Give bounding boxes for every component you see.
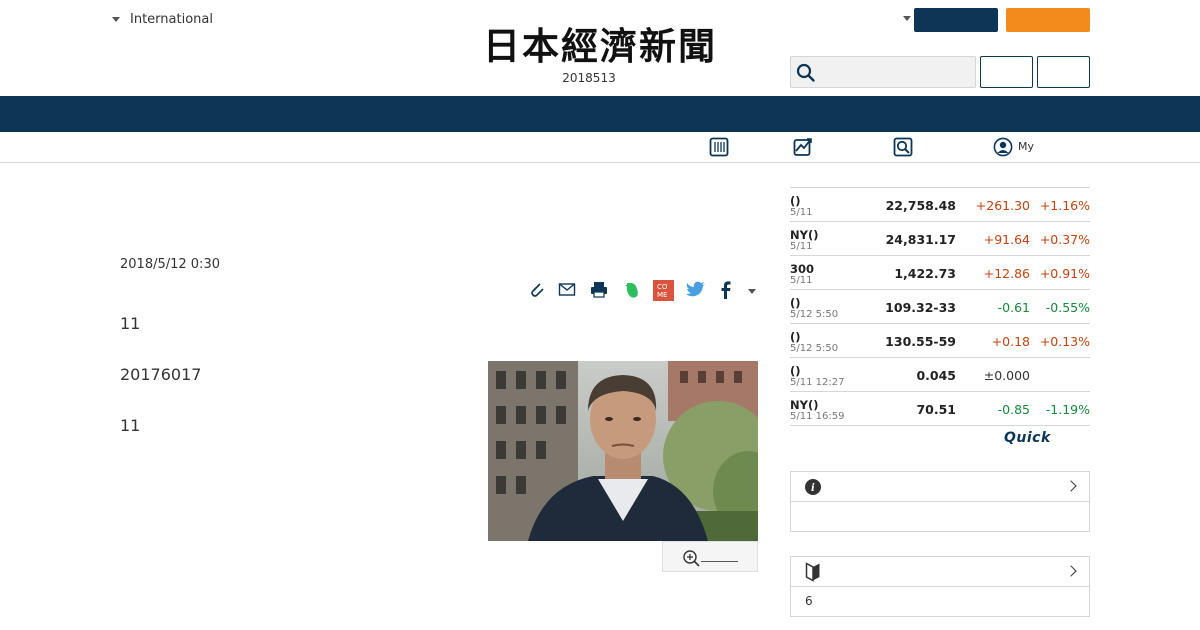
info-box-body xyxy=(791,502,1089,531)
market-value: 0.045 xyxy=(916,368,956,383)
market-change: +261.30 xyxy=(975,198,1030,213)
come-icon[interactable]: CO ME xyxy=(653,280,674,301)
market-percent: +1.16% xyxy=(1039,198,1090,213)
market-name: NY() xyxy=(790,228,819,242)
market-percent: +0.13% xyxy=(1039,334,1090,349)
article-datetime: 2018/5/12 0:30 xyxy=(120,257,220,272)
beginner-box: 6 xyxy=(790,556,1090,617)
svg-text:i: i xyxy=(811,483,815,494)
article-paragraph: 20176017 xyxy=(120,365,202,384)
market-percent: -0.55% xyxy=(1045,300,1090,315)
market-value: 24,831.17 xyxy=(885,232,956,247)
facebook-icon[interactable] xyxy=(717,279,735,301)
search-icon[interactable] xyxy=(893,137,913,157)
article-paragraph: 11 xyxy=(120,314,141,333)
market-change: +0.18 xyxy=(991,334,1030,349)
market-change: -0.85 xyxy=(997,402,1030,417)
market-name: () xyxy=(790,296,801,310)
article-photo-image xyxy=(488,361,758,541)
evernote-icon[interactable] xyxy=(621,279,643,301)
market-date: 5/12 5:50 xyxy=(790,343,839,354)
zoom-in-icon xyxy=(683,550,700,567)
market-change: ±0.000 xyxy=(983,368,1030,383)
svg-text:CO: CO xyxy=(657,283,668,291)
header-outline-button-2[interactable] xyxy=(1037,56,1090,88)
market-change: -0.61 xyxy=(997,300,1030,315)
info-box: i xyxy=(790,471,1090,532)
beginner-box-header[interactable] xyxy=(791,557,1089,587)
market-date: 5/12 5:50 xyxy=(790,309,839,320)
market-date: 5/11 xyxy=(790,275,813,286)
caret-down-icon[interactable] xyxy=(903,16,911,21)
search-input[interactable] xyxy=(790,56,976,88)
market-name: () xyxy=(790,330,801,344)
search-icon xyxy=(796,63,815,82)
photo-zoom-button[interactable] xyxy=(662,541,758,572)
market-date: 5/11 16:59 xyxy=(790,411,845,422)
market-date: 5/11 xyxy=(790,241,813,252)
market-percent: +0.37% xyxy=(1039,232,1090,247)
header-date: 2018513 xyxy=(562,71,616,85)
market-value: 1,422.73 xyxy=(894,266,956,281)
market-change: +12.86 xyxy=(983,266,1030,281)
market-percent: +0.91% xyxy=(1039,266,1090,281)
market-row[interactable]: () 5/11 12:27 0.045 ±0.000 xyxy=(790,358,1090,392)
market-name: () xyxy=(790,194,801,208)
header-outline-button-1[interactable] xyxy=(980,56,1033,88)
caret-down-icon xyxy=(112,17,120,22)
header-navy-button[interactable] xyxy=(914,8,998,32)
market-name: () xyxy=(790,364,801,378)
print-icon[interactable] xyxy=(589,279,609,301)
user-icon[interactable] xyxy=(993,137,1013,157)
market-name: 300 xyxy=(790,262,815,276)
market-date: 5/11 xyxy=(790,207,813,218)
market-name: NY() xyxy=(790,398,819,412)
market-value: 70.51 xyxy=(916,402,956,417)
share-more-caret-icon[interactable] xyxy=(748,289,756,294)
chevron-right-icon xyxy=(1065,565,1077,577)
main-nav-bar xyxy=(0,96,1200,132)
market-row[interactable]: NY() 5/11 24,831.17 +91.64 +0.37% xyxy=(790,222,1090,256)
header-orange-button[interactable] xyxy=(1006,8,1090,32)
beginner-box-body: 6 xyxy=(805,594,813,608)
my-page-label[interactable]: My xyxy=(1018,140,1034,153)
market-value: 130.55-59 xyxy=(885,334,956,349)
edition-selector[interactable]: International xyxy=(112,12,213,27)
market-value: 109.32-33 xyxy=(885,300,956,315)
twitter-icon[interactable] xyxy=(685,279,707,301)
article-paragraph: 11 xyxy=(120,416,141,435)
market-row[interactable]: NY() 5/11 16:59 70.51 -0.85 -1.19% xyxy=(790,392,1090,426)
article-photo[interactable] xyxy=(488,361,758,541)
market-row[interactable]: () 5/12 5:50 109.32-33 -0.61 -0.55% xyxy=(790,290,1090,324)
info-box-header[interactable]: i xyxy=(791,472,1089,502)
market-chart-icon[interactable] xyxy=(793,137,813,157)
market-date: 5/11 12:27 xyxy=(790,377,845,388)
market-row[interactable]: () 5/11 22,758.48 +261.30 +1.16% xyxy=(790,188,1090,222)
market-table: () 5/11 22,758.48 +261.30 +1.16% NY() 5/… xyxy=(790,187,1090,426)
market-change: +91.64 xyxy=(983,232,1030,247)
chevron-right-icon xyxy=(1065,480,1077,492)
edition-label: International xyxy=(130,12,213,27)
market-row[interactable]: 300 5/11 1,422.73 +12.86 +0.91% xyxy=(790,256,1090,290)
market-percent: -1.19% xyxy=(1045,402,1090,417)
beginner-mark-icon xyxy=(805,562,820,582)
quick-logo[interactable]: Quick xyxy=(1004,430,1051,446)
market-value: 22,758.48 xyxy=(885,198,956,213)
mail-icon[interactable] xyxy=(557,279,577,301)
newspaper-icon[interactable] xyxy=(709,137,729,157)
svg-text:ME: ME xyxy=(657,291,667,299)
site-logo[interactable]: 日本經濟新聞 xyxy=(452,26,748,66)
market-row[interactable]: () 5/12 5:50 130.55-59 +0.18 +0.13% xyxy=(790,324,1090,358)
info-icon: i xyxy=(805,479,821,495)
zoom-caption-line xyxy=(701,561,738,562)
come-glyph: CO ME xyxy=(657,283,668,299)
clip-icon[interactable] xyxy=(527,279,547,301)
